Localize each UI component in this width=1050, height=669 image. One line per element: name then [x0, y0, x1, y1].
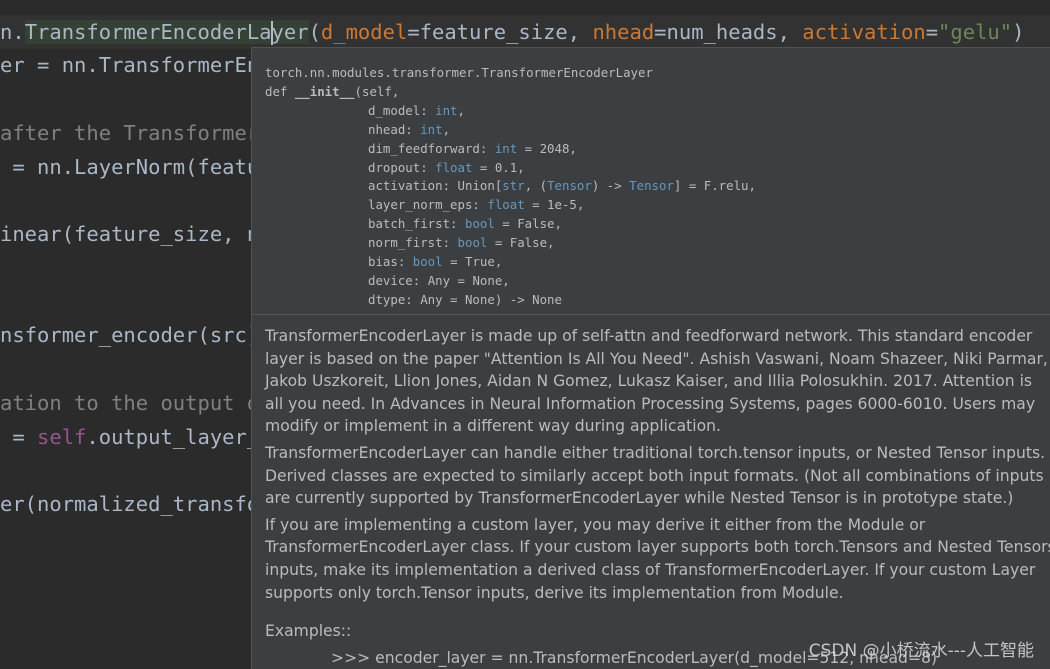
doc-paragraph-2: TransformerEncoderLayer can handle eithe…	[265, 442, 1045, 510]
doc-line: Derived classes are expected to similarl…	[265, 466, 1044, 485]
signature-qualname: torch.nn.modules.transformer.Transformer…	[265, 65, 653, 80]
code-token-self: self	[37, 425, 87, 449]
param-name: bias:	[368, 254, 413, 270]
code-line-4[interactable]: = nn.LayerNorm(featu	[0, 150, 259, 184]
signature-param-line: activation: Union[str, (Tensor) -> Tenso…	[265, 177, 756, 196]
doc-line: TransformerEncoderLayer is made up of se…	[265, 327, 1033, 345]
param-union: Union[	[457, 178, 503, 194]
signature-param-line: layer_norm_eps: float = 1e-5,	[265, 196, 756, 215]
code-token-param-activation: activation	[802, 20, 926, 44]
code-token-param-d-model: d_model	[320, 20, 408, 44]
signature-param-line: dim_feedforward: int = 2048,	[265, 140, 756, 159]
doc-line: TransformerEncoderLayer class. If your c…	[265, 538, 1050, 557]
doc-line: are currently supported by TransformerEn…	[265, 489, 1014, 508]
signature-def-keyword: def	[265, 83, 295, 99]
doc-line: Jakob Uszkoreit, Llion Jones, Aidan N Go…	[265, 372, 1033, 391]
param-type: bool	[457, 235, 488, 251]
doc-line: inputs, make its implementation a derive…	[265, 560, 1036, 579]
quick-documentation-popup[interactable]: torch.nn.modules.transformer.Transformer…	[251, 47, 1050, 669]
code-token-paren: (	[308, 20, 321, 44]
doc-line: supports only torch.Tensor inputs, deriv…	[265, 583, 844, 602]
signature-param-line: d_model: int,	[265, 102, 756, 121]
param-type: Tensor	[629, 178, 674, 194]
code-line-5[interactable]: inear(feature_size, n	[0, 217, 259, 251]
signature-param-line: bias: bool = True,	[265, 253, 756, 272]
param-name: layer_norm_eps:	[368, 197, 488, 213]
code-token-value: =feature_size,	[407, 20, 593, 44]
param-type: bool	[412, 254, 443, 270]
doc-paragraph-1: TransformerEncoderLayer is made up of se…	[265, 325, 1048, 438]
code-token-class-part2: yer	[271, 20, 309, 44]
signature-def-line: def __init__(self,	[265, 83, 756, 102]
param-arrow: ) ->	[591, 178, 630, 194]
param-name: batch_first:	[368, 216, 465, 232]
doc-body: TransformerEncoderLayer is made up of se…	[265, 325, 1050, 669]
signature-param-line: dropout: float = 0.1,	[265, 159, 756, 178]
param-punct: , (	[524, 178, 548, 194]
param-default: ,	[442, 121, 451, 137]
doc-line: layer is based on the paper "Attention I…	[265, 349, 1048, 368]
param-default: ] = F.relu,	[673, 178, 756, 194]
signature-init-name: __init__	[294, 83, 355, 99]
param-default: = 2048,	[517, 140, 577, 156]
signature-param-line: batch_first: bool = False,	[265, 215, 756, 234]
signature-param-line: device: Any = None,	[265, 272, 756, 291]
param-type: float	[435, 159, 473, 175]
signature-param-line: nhead: int,	[265, 121, 756, 140]
popup-divider	[252, 314, 1050, 315]
code-token-paren: )	[1012, 20, 1025, 44]
param-name: nhead:	[368, 121, 421, 137]
param-type: bool	[464, 216, 495, 232]
param-name: d_model:	[368, 102, 436, 118]
code-token-equals: =	[0, 425, 38, 449]
code-line-comment-1[interactable]: after the Transformer	[0, 116, 259, 150]
param-type: int	[494, 140, 518, 156]
param-default: = False,	[494, 216, 562, 232]
code-token-value: =num_heads,	[654, 20, 803, 44]
doc-line: modify or implement in a different way d…	[265, 417, 721, 436]
code-line-2[interactable]: er = nn.TransformerEn	[0, 48, 259, 82]
signature-params: d_model: int, nhead: int, dim_feedforward:…	[265, 102, 756, 310]
code-token-param-nhead: nhead	[592, 20, 655, 44]
signature-param-line: norm_first: bool = False,	[265, 234, 756, 253]
param-default: Any = None,	[427, 272, 510, 288]
param-default: = 1e-5,	[524, 197, 585, 213]
param-default: ,	[457, 102, 465, 118]
param-type: int	[420, 121, 443, 137]
param-default: = False,	[487, 235, 555, 251]
code-line-6[interactable]: nsformer_encoder(src)	[0, 318, 259, 352]
code-line-8[interactable]: = self.output_layer_	[0, 420, 259, 454]
code-line-encoder-layer[interactable]: n.TransformerEncoderLayer(d_model=featur…	[0, 15, 1050, 49]
param-default: = 0.1,	[472, 159, 525, 175]
code-line-comment-2[interactable]: ation to the output o	[0, 386, 259, 420]
param-default: Any = None) -> None	[420, 291, 562, 307]
param-name: activation:	[368, 178, 458, 194]
signature-self: (self,	[354, 83, 400, 99]
code-line-9[interactable]: er(normalized_transfo	[0, 487, 259, 521]
code-token-class-part1: TransformerEncoderLa	[24, 20, 272, 44]
param-type: Tensor	[547, 178, 592, 194]
param-name: dtype:	[368, 291, 421, 307]
code-token-string: "gelu"	[938, 20, 1013, 44]
param-default: = True,	[442, 254, 503, 270]
signature-param-line: dtype: Any = None) -> None	[265, 291, 756, 310]
param-name: norm_first:	[368, 235, 458, 251]
code-token-prefix: n.	[0, 20, 25, 44]
signature-block: torch.nn.modules.transformer.Transformer…	[265, 64, 756, 310]
code-token-equals: =	[925, 20, 939, 44]
param-type: int	[435, 102, 458, 118]
code-token-class-name: TransformerEncoderLayer	[24, 20, 309, 45]
param-type: str	[502, 178, 525, 194]
param-name: dim_feedforward:	[368, 140, 495, 156]
param-name: dropout:	[368, 159, 436, 175]
doc-line: If you are implementing a custom layer, …	[265, 515, 926, 534]
doc-line: TransformerEncoderLayer can handle eithe…	[265, 443, 1046, 462]
doc-line: all you need. In Advances in Neural Info…	[265, 394, 1036, 413]
param-name: device:	[368, 272, 428, 288]
code-token-attr: .output_layer_	[86, 425, 260, 449]
doc-paragraph-3: If you are implementing a custom layer, …	[265, 514, 1050, 604]
watermark: CSDN @小桥流水---人工智能	[808, 641, 1034, 661]
param-type: float	[487, 197, 525, 213]
